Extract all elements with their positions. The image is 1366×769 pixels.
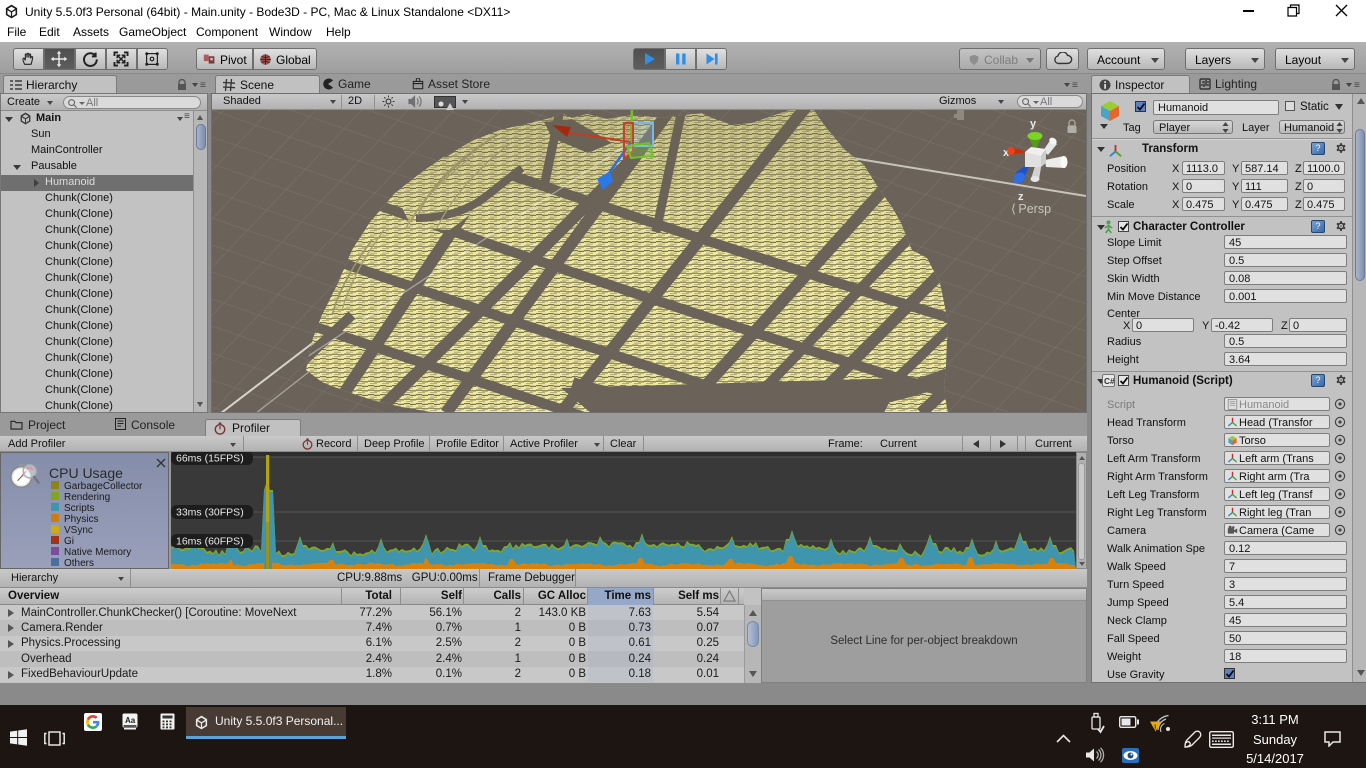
svg-text:33ms (30FPS): 33ms (30FPS) xyxy=(176,507,244,519)
svg-text:⟨ Persp: ⟨ Persp xyxy=(1011,202,1051,216)
svg-text:C#: C# xyxy=(1104,376,1115,386)
svg-text:16ms (60FPS): 16ms (60FPS) xyxy=(176,536,244,548)
svg-text:!: ! xyxy=(1154,725,1156,732)
svg-text:y: y xyxy=(1030,118,1037,130)
svg-text:66ms (15FPS): 66ms (15FPS) xyxy=(176,453,244,465)
svg-text:Aa: Aa xyxy=(125,716,136,725)
